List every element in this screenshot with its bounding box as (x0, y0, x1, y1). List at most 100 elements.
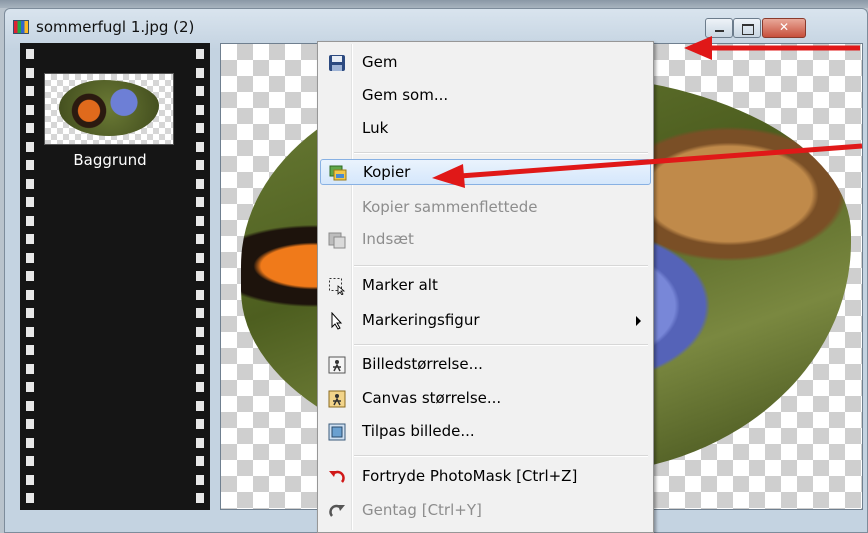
film-perforation (196, 197, 204, 207)
film-perforation (196, 326, 204, 337)
menu-item-label: Canvas størrelse... (362, 389, 502, 407)
film-perforation (196, 456, 204, 466)
menu-item-indsaet[interactable]: Indsæt (320, 227, 651, 253)
close-button[interactable]: ✕ (762, 18, 806, 38)
menu-item-label: Gem som... (362, 86, 449, 104)
film-perforation (26, 382, 34, 392)
menu-item-label: Billedstørrelse... (362, 355, 483, 373)
menu-item-kopier[interactable]: Kopier (320, 159, 651, 185)
layer-filmstrip: Baggrund (20, 43, 210, 510)
menu-separator (354, 265, 648, 267)
menu-item-fortryde[interactable]: Fortryde PhotoMask [Ctrl+Z] (320, 464, 651, 490)
menu-item-marker-alt[interactable]: Marker alt (320, 273, 651, 299)
redo-icon (329, 504, 345, 517)
film-perforation (26, 178, 34, 189)
close-icon: ✕ (778, 20, 790, 34)
menu-item-label: Marker alt (362, 276, 438, 294)
image-file-icon (13, 20, 29, 34)
film-perforation (26, 493, 34, 503)
menu-item-kopier-sammenflettede[interactable]: Kopier sammenflettede (320, 195, 651, 221)
menu-item-label: Markeringsfigur (362, 311, 480, 329)
film-perforation (196, 104, 204, 115)
film-perforation (196, 437, 204, 448)
film-perforation (196, 382, 204, 392)
pointer-icon (331, 312, 343, 330)
film-perforation (26, 197, 34, 207)
film-perforation (26, 160, 34, 170)
layer-thumbnail[interactable] (44, 73, 174, 145)
window-title: sommerfugl 1.jpg (2) (36, 18, 195, 36)
maximize-button[interactable] (733, 18, 761, 38)
film-perforation (196, 289, 204, 300)
menu-separator (354, 152, 648, 154)
film-perforation (26, 326, 34, 337)
film-perforation (26, 437, 34, 448)
menu-item-label: Gentag [Ctrl+Y] (362, 501, 482, 519)
film-perforation (26, 308, 34, 318)
film-perforation (196, 252, 204, 263)
menu-separator (354, 344, 648, 346)
film-perforation (196, 123, 204, 133)
menu-item-gentag[interactable]: Gentag [Ctrl+Y] (320, 498, 651, 524)
film-perforation (26, 252, 34, 263)
menu-item-label: Luk (362, 119, 389, 137)
film-perforation (196, 345, 204, 355)
menu-item-label: Kopier sammenflettede (362, 198, 538, 216)
film-perforation (196, 363, 204, 374)
film-perforation (196, 493, 204, 503)
film-perforation (196, 308, 204, 318)
menu-item-label: Indsæt (362, 230, 414, 248)
film-perforation (26, 234, 34, 244)
menu-item-gem-som[interactable]: Gem som... (320, 83, 651, 109)
film-perforation (26, 141, 34, 152)
menu-item-label: Tilpas billede... (362, 422, 475, 440)
film-perforation (26, 86, 34, 96)
desktop-strip (0, 0, 868, 8)
menu-separator (354, 455, 648, 457)
film-perforation (196, 141, 204, 152)
context-menu: Gem Gem som... Luk Kopier Kopier sammenf… (317, 41, 654, 533)
film-perforation (196, 49, 204, 59)
film-perforation (196, 400, 204, 411)
film-perforation (196, 67, 204, 78)
film-perforation (196, 474, 204, 485)
film-perforation (26, 474, 34, 485)
menu-item-label: Kopier (363, 163, 411, 181)
film-perforation (26, 215, 34, 226)
film-perforation (26, 419, 34, 429)
menu-item-tilpas-billede[interactable]: Tilpas billede... (320, 419, 651, 445)
film-perforation (26, 400, 34, 411)
film-perforation (26, 49, 34, 59)
select-all-icon (329, 278, 346, 295)
menu-item-luk[interactable]: Luk (320, 116, 651, 142)
film-perforation (26, 67, 34, 78)
submenu-arrow-icon (636, 316, 641, 326)
canvas-size-icon (328, 390, 346, 408)
floppy-disk-icon (329, 55, 345, 71)
film-perforation (196, 215, 204, 226)
menu-item-markeringsfigur[interactable]: Markeringsfigur (320, 308, 651, 334)
film-perforation (196, 419, 204, 429)
menu-item-gem[interactable]: Gem (320, 50, 651, 76)
copy-image-icon (329, 165, 347, 181)
paste-icon (328, 232, 346, 249)
film-perforation (196, 86, 204, 96)
menu-item-canvas-storrelse[interactable]: Canvas størrelse... (320, 386, 651, 412)
menu-item-label: Fortryde PhotoMask [Ctrl+Z] (362, 467, 578, 485)
film-perforation (26, 363, 34, 374)
film-perforation (196, 271, 204, 281)
layer-label: Baggrund (73, 151, 147, 169)
film-perforation (196, 160, 204, 170)
title-bar[interactable]: sommerfugl 1.jpg (2) ✕ (5, 9, 867, 45)
menu-item-billedstorrelse[interactable]: Billedstørrelse... (320, 352, 651, 378)
menu-item-label: Gem (362, 53, 398, 71)
film-perforation (26, 289, 34, 300)
minimize-button[interactable] (705, 18, 733, 38)
film-perforation (26, 271, 34, 281)
film-perforation (26, 345, 34, 355)
film-perforation (26, 104, 34, 115)
film-perforation (196, 234, 204, 244)
butterfly-thumbnail-image (59, 80, 159, 136)
undo-icon (329, 470, 345, 483)
film-perforation (196, 178, 204, 189)
